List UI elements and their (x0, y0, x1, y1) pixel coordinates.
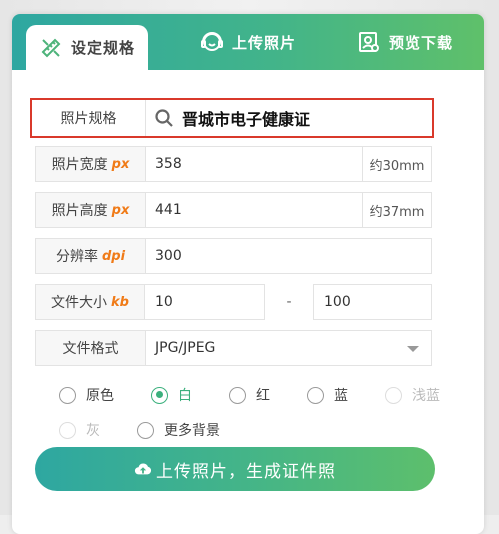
ruler-pencil-icon (39, 36, 63, 60)
width-label: 照片宽度 px (36, 147, 146, 181)
width-row: 照片宽度 px 358 约30mm (35, 146, 432, 182)
tab-label: 设定规格 (70, 39, 135, 57)
bg-option-blue[interactable]: 蓝 (307, 385, 348, 405)
radio-dot (307, 386, 324, 404)
height-input[interactable]: 441 (155, 193, 182, 227)
bg-option-red[interactable]: 红 (229, 385, 270, 405)
filesize-min-input[interactable]: 10 (144, 284, 265, 320)
tab-set-spec[interactable]: 设定规格 (26, 25, 148, 70)
spec-label: 照片规格 (32, 100, 146, 136)
dpi-row: 分辨率 dpi 300 (35, 238, 432, 274)
filesize-separator: - (286, 294, 292, 310)
dpi-label: 分辨率 dpi (36, 239, 146, 273)
tab-preview-download[interactable]: 预览下载 (344, 14, 466, 70)
height-label: 照片高度 px (36, 193, 146, 227)
tab-label: 预览下载 (388, 33, 453, 52)
bg-option-light-blue[interactable]: 浅蓝 (385, 385, 440, 405)
step-tabs: 设定规格 上传照片 预览下载 (12, 14, 484, 70)
filesize-max-input[interactable]: 100 (313, 284, 432, 320)
height-row: 照片高度 px 441 约37mm (35, 192, 432, 228)
filesize-row: 文件大小 kb 10 - 100 (35, 284, 432, 320)
radio-dot (151, 386, 168, 404)
width-input[interactable]: 358 (155, 147, 182, 181)
search-icon (155, 109, 173, 127)
cloud-upload-icon (134, 463, 152, 475)
format-select[interactable]: JPG/JPEG (155, 331, 215, 365)
radio-dot (385, 386, 402, 404)
format-label: 文件格式 (36, 331, 146, 365)
format-row[interactable]: 文件格式 JPG/JPEG (35, 330, 432, 366)
upload-generate-button[interactable]: 上传照片，生成证件照 (35, 447, 435, 491)
width-mm: 约30mm (362, 147, 431, 181)
height-mm: 约37mm (362, 193, 431, 227)
upload-button-label: 上传照片，生成证件照 (156, 461, 336, 482)
tab-label: 上传照片 (231, 33, 296, 52)
radio-dot (59, 386, 76, 404)
tab-upload-photo[interactable]: 上传照片 (188, 14, 308, 70)
dpi-input[interactable]: 300 (155, 239, 182, 273)
bg-option-more[interactable]: 更多背景 (137, 420, 220, 440)
bg-option-white[interactable]: 白 (151, 385, 192, 405)
spec-value: 晋城市电子健康证 (182, 110, 311, 129)
spec-search-row[interactable]: 照片规格 晋城市电子健康证 (30, 98, 434, 138)
radio-dot (229, 386, 246, 404)
bg-option-original[interactable]: 原色 (59, 385, 114, 405)
chevron-down-icon (407, 346, 419, 352)
face-upload-icon (200, 30, 224, 54)
photo-preview-icon (357, 30, 381, 54)
filesize-label: 文件大小 kb (35, 284, 145, 320)
spec-search-field[interactable]: 晋城市电子健康证 (154, 100, 310, 136)
bg-option-gray[interactable]: 灰 (59, 420, 100, 440)
radio-dot (59, 421, 76, 439)
radio-dot (137, 421, 154, 439)
